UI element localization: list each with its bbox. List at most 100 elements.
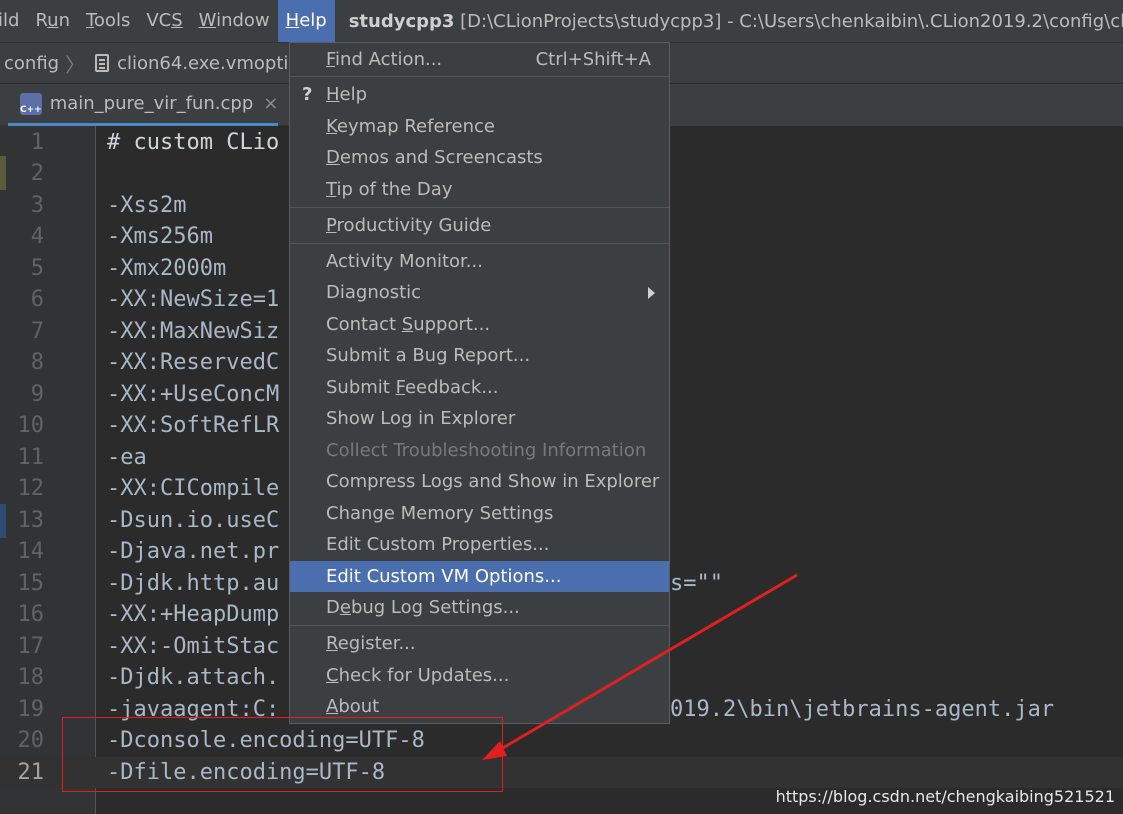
- line-number: 15: [17, 570, 45, 596]
- code-text: -Xmx2000m: [107, 255, 227, 281]
- menu-item-label: Demos and Screencasts: [326, 147, 543, 168]
- line-number: 13: [17, 507, 45, 533]
- menu-vcs[interactable]: VCS: [138, 0, 190, 42]
- menu-item-label: Activity Monitor...: [326, 251, 483, 272]
- line-number: 19: [17, 696, 45, 722]
- menu-item-label: Submit a Bug Report...: [326, 345, 531, 366]
- menu-item-label: Find Action...: [326, 49, 443, 70]
- menu-item-label: Diagnostic: [326, 282, 422, 303]
- code-text: -Djdk.attach.: [107, 665, 280, 690]
- menu-item-label: Collect Troubleshooting Information: [326, 440, 647, 461]
- menu-separator: [290, 207, 669, 208]
- menu-item-label: Contact Support...: [326, 314, 491, 335]
- line-number: 1: [30, 129, 44, 155]
- menu-item-compress-logs-and-show-in-explorer[interactable]: Compress Logs and Show in Explorer: [290, 466, 669, 497]
- menu-item-diagnostic[interactable]: Diagnostic: [290, 277, 669, 308]
- help-question-icon: ?: [302, 84, 313, 105]
- line-number: 21: [17, 759, 45, 785]
- line-number: 16: [17, 602, 45, 627]
- line-number: 18: [17, 665, 45, 690]
- highlight-box: [62, 717, 503, 792]
- help-menu-dropdown: Find Action... Ctrl+Shift+A ? Help Keymap Re…: [289, 42, 670, 724]
- file-icon: [95, 54, 110, 72]
- menu-item-label: Keymap Reference: [326, 116, 496, 137]
- code-text: -XX:SoftRefLR: [107, 413, 280, 438]
- menu-item-activity-monitor[interactable]: Activity Monitor...: [290, 246, 669, 277]
- menu-item-label: Change Memory Settings: [326, 503, 554, 524]
- menu-item-label: Submit Feedback...: [326, 377, 499, 398]
- menu-item-label: Productivity Guide: [326, 215, 492, 236]
- menu-item-demos-and-screencasts[interactable]: Demos and Screencasts: [290, 142, 669, 173]
- close-icon[interactable]: ×: [263, 93, 278, 114]
- code-text: # custom CLio: [107, 129, 280, 155]
- line-number: 3: [30, 192, 44, 218]
- breadcrumb-separator: 〉: [65, 52, 86, 77]
- line-number: 20: [17, 728, 45, 753]
- menu-item-submit-feedback[interactable]: Submit Feedback...: [290, 372, 669, 403]
- menu-item-edit-custom-vm-options[interactable]: Edit Custom VM Options...: [290, 561, 669, 592]
- submenu-arrow-icon: [648, 287, 655, 299]
- line-number: 12: [17, 476, 45, 501]
- menu-item-find-action[interactable]: Find Action... Ctrl+Shift+A: [290, 44, 669, 75]
- menu-ild[interactable]: ild: [0, 0, 27, 42]
- menu-separator: [290, 625, 669, 626]
- menu-item-label: About: [326, 696, 380, 717]
- menu-item-edit-custom-properties[interactable]: Edit Custom Properties...: [290, 529, 669, 560]
- code-text: -XX:NewSize=1: [107, 287, 280, 312]
- code-text: -Djdk.http.au: [107, 570, 280, 596]
- line-number: 9: [30, 381, 44, 407]
- menu-item-help[interactable]: ? Help: [290, 79, 669, 110]
- menu-item-debug-log-settings[interactable]: Debug Log Settings...: [290, 592, 669, 623]
- menu-bar: ild Run Tools VCS Window Help studycpp3 [D:\C…: [0, 0, 1123, 42]
- menu-run[interactable]: Run: [27, 0, 78, 42]
- code-text-tail: s="": [670, 570, 723, 596]
- menu-item-label: Edit Custom Properties...: [326, 534, 550, 555]
- code-text: -XX:-OmitStac: [107, 633, 280, 659]
- menu-item-tip-of-the-day[interactable]: Tip of the Day: [290, 174, 669, 205]
- line-number: 17: [17, 633, 45, 659]
- code-text: -XX:+UseConcM: [107, 381, 280, 407]
- menu-item-change-memory-settings[interactable]: Change Memory Settings: [290, 498, 669, 529]
- tab-bar-filler: [668, 84, 1123, 126]
- tab-main-pure-vir-fun[interactable]: C++ main_pure_vir_fun.cpp ×: [8, 84, 278, 126]
- tab-label: main_pure_vir_fun.cpp: [49, 93, 254, 114]
- menu-item-label: Check for Updates...: [326, 665, 510, 686]
- line-number: 5: [30, 255, 44, 281]
- line-number: 14: [17, 539, 45, 564]
- menu-item-label: Edit Custom VM Options...: [326, 566, 562, 587]
- window-title: studycpp3 [D:\CLionProjects\studycpp3] -…: [349, 11, 1123, 32]
- code-text: -XX:ReservedC: [107, 350, 280, 375]
- code-text: -XX:CICompile: [107, 476, 280, 501]
- breadcrumb-file[interactable]: clion64.exe.vmoption: [117, 53, 311, 74]
- menu-item-productivity-guide[interactable]: Productivity Guide: [290, 210, 669, 241]
- menu-tools[interactable]: Tools: [78, 0, 138, 42]
- menu-help[interactable]: Help: [277, 0, 335, 42]
- cpp-file-icon: C++: [20, 92, 42, 115]
- code-text: -XX:+HeapDump: [107, 602, 280, 627]
- line-number: 10: [17, 413, 45, 438]
- code-text: -Djava.net.pr: [107, 539, 280, 564]
- breadcrumb-folder[interactable]: config: [0, 53, 59, 74]
- code-text: -XX:MaxNewSiz: [107, 318, 280, 344]
- menu-item-label: Show Log in Explorer: [326, 408, 516, 429]
- menu-item-show-log-in-explorer[interactable]: Show Log in Explorer: [290, 403, 669, 434]
- menu-item-keymap-reference[interactable]: Keymap Reference: [290, 111, 669, 142]
- menu-separator: [290, 243, 669, 244]
- line-number: 7: [30, 318, 44, 344]
- menu-item-contact-support[interactable]: Contact Support...: [290, 309, 669, 340]
- line-number: 11: [17, 444, 45, 470]
- title-project: studycpp3: [348, 10, 455, 32]
- menu-items: ild Run Tools VCS Window Help: [0, 0, 335, 42]
- shortcut-label: Ctrl+Shift+A: [535, 49, 651, 70]
- menu-item-register[interactable]: Register...: [290, 628, 669, 659]
- line-number: 8: [30, 350, 44, 375]
- code-text: -ea: [107, 444, 147, 470]
- line-number: 2: [30, 161, 44, 186]
- code-text: -Dsun.io.useC: [107, 507, 280, 533]
- code-text: -Xss2m: [107, 192, 187, 218]
- code-text: -Xms256m: [107, 224, 213, 249]
- menu-item-check-for-updates[interactable]: Check for Updates...: [290, 660, 669, 691]
- menu-item-submit-a-bug-report[interactable]: Submit a Bug Report...: [290, 340, 669, 371]
- menu-window[interactable]: Window: [191, 0, 278, 42]
- menu-separator: [290, 76, 669, 77]
